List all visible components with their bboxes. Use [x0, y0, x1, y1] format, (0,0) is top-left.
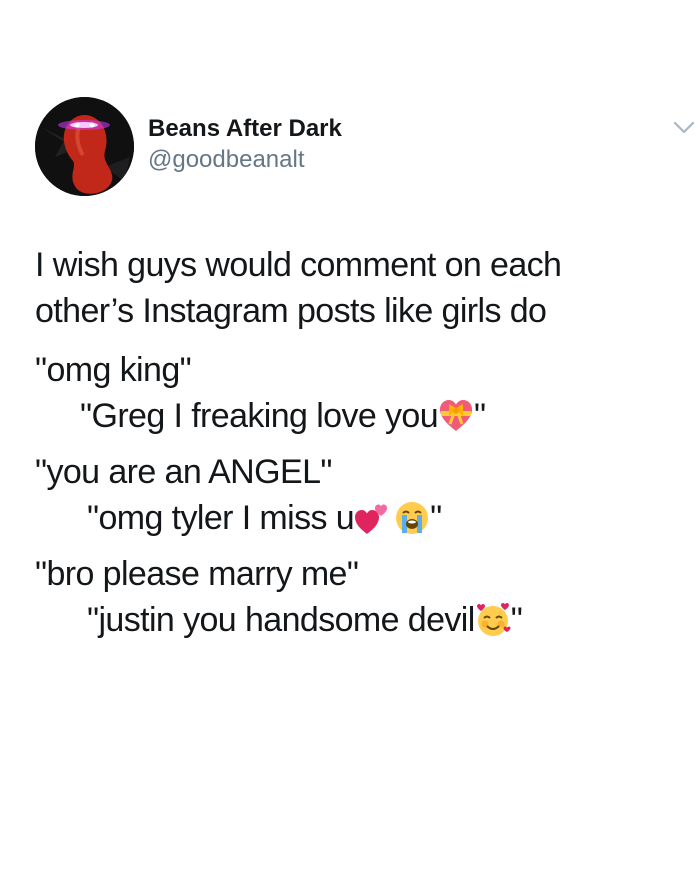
- chevron-down-icon[interactable]: [673, 121, 695, 135]
- intro-line-2: other’s Instagram posts like girls do: [35, 292, 547, 330]
- tweet-header: Beans After Dark @goodbeanalt: [35, 97, 695, 197]
- quote-line-2: "you are an ANGEL": [35, 453, 332, 491]
- reply-2-text: "omg tyler I miss u: [87, 499, 355, 537]
- tweet-text: I wish guys would comment on each other’…: [35, 242, 675, 643]
- reply-2-close: ": [430, 499, 442, 537]
- quote-line-1: "omg king": [35, 351, 192, 389]
- avatar[interactable]: [35, 97, 134, 196]
- reply-line-3: "justin you handsome devil ": [35, 597, 675, 643]
- author-info: Beans After Dark @goodbeanalt: [148, 114, 342, 175]
- intro-line-1: I wish guys would comment on each: [35, 246, 562, 284]
- reply-3-text: "justin you handsome devil: [87, 601, 475, 639]
- user-handle[interactable]: @goodbeanalt: [148, 145, 342, 175]
- reply-1-close: ": [474, 397, 486, 435]
- jellybean-laser-eyes-icon: [35, 97, 134, 196]
- reply-line-1: "Greg I freaking love you ": [35, 393, 675, 439]
- reply-line-2: "omg tyler I miss u ": [35, 495, 675, 541]
- heart-with-ribbon-icon: [438, 398, 474, 434]
- display-name[interactable]: Beans After Dark: [148, 114, 342, 144]
- reply-3-close: ": [510, 601, 523, 639]
- smiling-face-with-hearts-icon: [475, 602, 511, 638]
- reply-1-text: "Greg I freaking love you: [80, 397, 439, 435]
- two-hearts-icon: [354, 500, 390, 536]
- loudly-crying-face-icon: [394, 500, 430, 536]
- quote-line-3: "bro please marry me": [35, 555, 359, 593]
- tweet-card: Beans After Dark @goodbeanalt I wish guy…: [0, 0, 700, 875]
